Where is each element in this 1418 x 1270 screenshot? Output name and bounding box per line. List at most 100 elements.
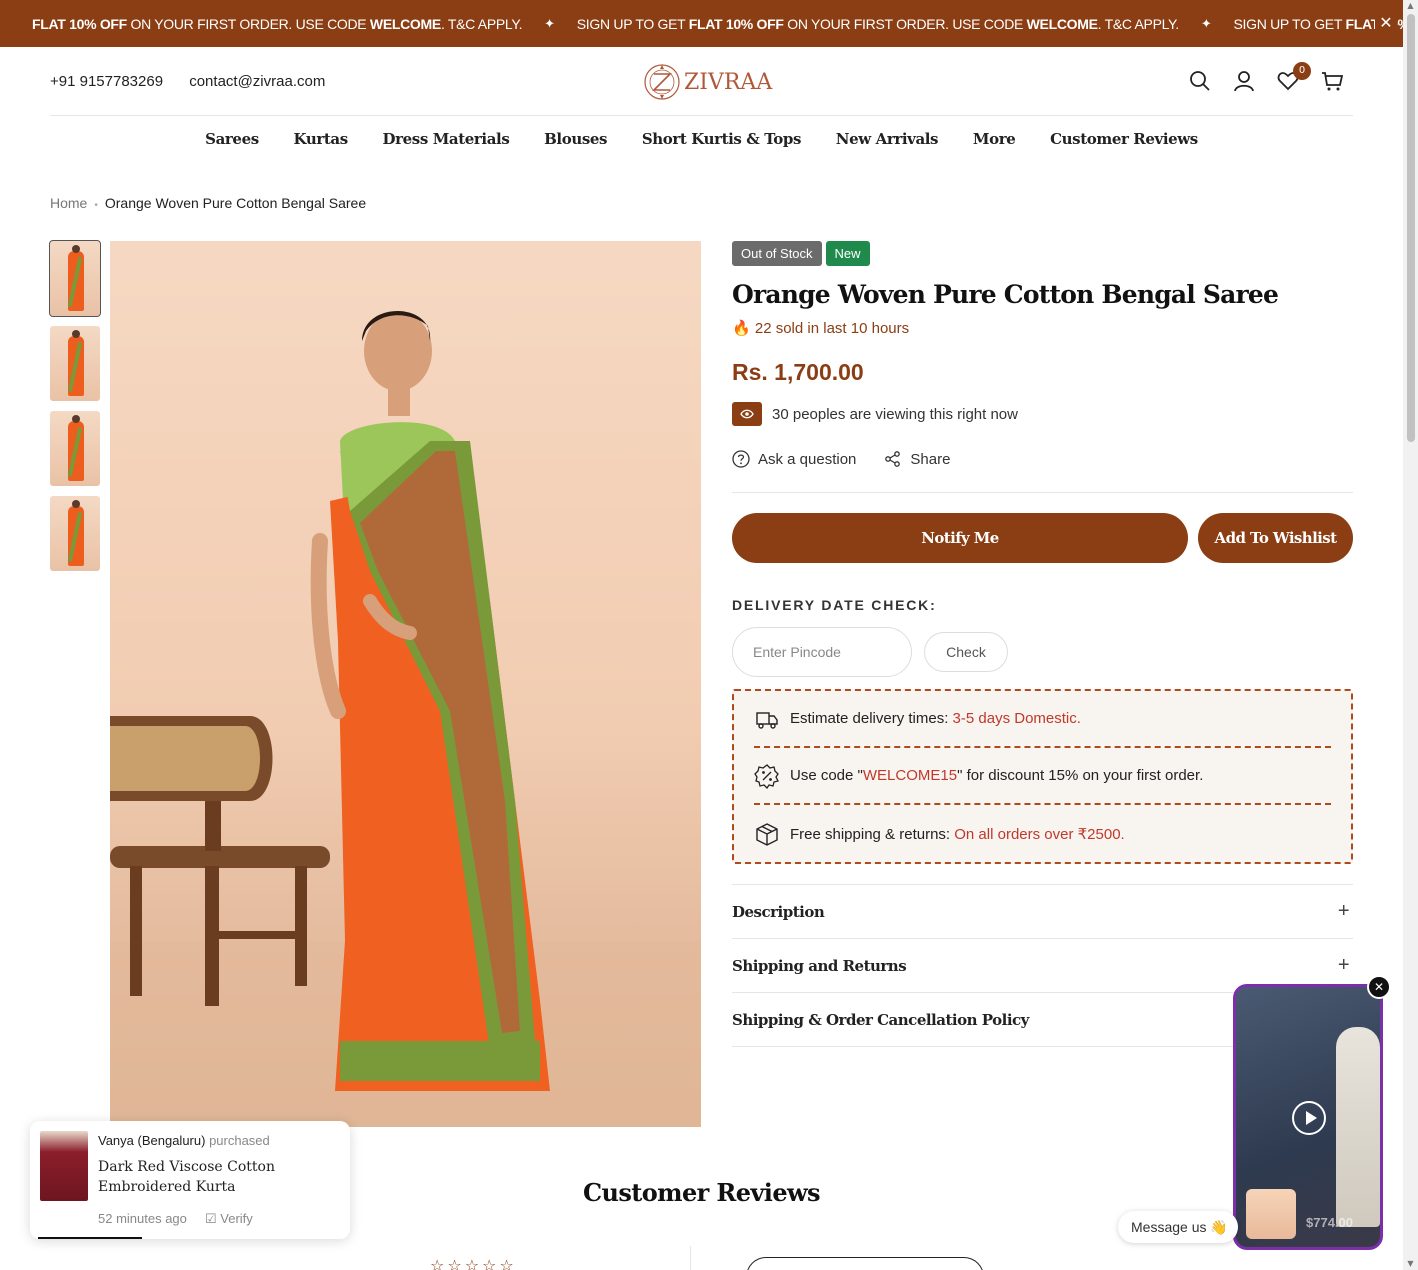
delivery-truck-icon [756,711,778,729]
account-icon[interactable] [1233,70,1255,92]
announcement-item: SIGN UP TO GET FLAT 10% OFF ON YOUR FIRS… [576,15,1179,32]
sold-count: 🔥 22 sold in last 10 hours [732,319,1353,337]
nav-item-short-kurtis-tops[interactable]: Short Kurtis & Tops [642,130,802,148]
nav-item-dress-materials[interactable]: Dress Materials [383,130,510,148]
cart-icon[interactable] [1321,70,1343,92]
product-actions: Ask a question Share [732,450,1353,493]
scroll-down-arrow-icon[interactable]: ▼ [1406,1260,1415,1268]
popup-progress-bar [38,1237,142,1239]
phone-link[interactable]: +91 9157783269 [50,73,163,90]
nav-item-customer-reviews[interactable]: Customer Reviews [1050,130,1198,148]
free-shipping-row: Free shipping & returns: On all orders o… [754,805,1331,862]
verified-check-icon: ☑ [205,1211,217,1226]
nav-item-more[interactable]: More [973,130,1016,148]
saree-model-illustration [110,311,701,1127]
ask-question-button[interactable]: Ask a question [732,450,856,468]
product-thumbnail[interactable] [50,411,100,486]
nav-item-sarees[interactable]: Sarees [205,130,259,148]
out-of-stock-badge: Out of Stock [732,241,822,266]
pincode-row: Enter Pincode Check [732,627,1353,677]
discount-code-text: Use code "WELCOME15" for discount 15% on… [790,767,1204,784]
main-nav: Sarees Kurtas Dress Materials Blouses Sh… [0,130,1403,148]
announcement-item: FLAT 10% OFF ON YOUR FIRST ORDER. USE CO… [32,15,523,32]
email-link[interactable]: contact@zivraa.com [189,73,325,90]
discount-badge-icon [754,763,779,789]
notify-me-button[interactable]: Notify Me [732,513,1188,563]
ask-question-label: Ask a question [758,450,857,468]
delivery-check-label: DELIVERY DATE CHECK: [732,597,937,613]
purchase-buttons: Notify Me Add To Wishlist [732,513,1353,563]
announcement-bar: FLAT 10% OFF ON YOUR FIRST ORDER. USE CO… [0,0,1403,47]
contact-info: +91 9157783269 contact@zivraa.com [50,73,347,90]
discount-code-row: Use code "WELCOME15" for discount 15% on… [754,748,1331,805]
product-thumbnail[interactable] [50,326,100,401]
product-info: Out of Stock New Orange Woven Pure Cotto… [732,241,1353,1047]
sparkle-icon: ✦ [1200,15,1212,31]
delivery-estimate-row: Estimate delivery times: 3-5 days Domest… [754,691,1331,748]
plus-icon: + [1337,900,1350,922]
sparkle-icon: ✦ [544,15,555,31]
nav-item-blouses[interactable]: Blouses [544,130,607,148]
recent-purchase-popup[interactable]: Vanya (Bengaluru) purchased Dark Red Vis… [30,1121,350,1239]
star-rating-icon: ☆☆☆☆☆ [430,1256,517,1270]
close-video-button[interactable]: ✕ [1367,975,1391,999]
eye-icon [732,402,762,426]
sold-text: 22 sold in last 10 hours [754,320,910,337]
share-icon [885,451,901,467]
breadcrumb-separator: • [94,200,98,211]
breadcrumb-current: Orange Woven Pure Cotton Bengal Saree [104,195,367,211]
accordion-shipping-returns-label: Shipping and Returns [732,956,907,975]
header: +91 9157783269 contact@zivraa.com ZIVRAA… [50,48,1353,116]
header-icons: 0 [1189,62,1343,92]
scroll-up-arrow-icon[interactable]: ▲ [1406,2,1415,10]
page-scrollbar[interactable]: ▲ ▼ [1403,0,1418,1270]
product-title: Orange Woven Pure Cotton Bengal Saree [732,280,1279,309]
question-icon [732,450,750,468]
plus-icon: + [1337,954,1350,976]
breadcrumb-home-link[interactable]: Home [50,195,87,211]
logo-emblem-icon [644,64,680,100]
main-product-image[interactable] [110,241,701,1127]
close-announcement-button[interactable]: ✕ [1375,12,1397,34]
delivery-estimate-text: Estimate delivery times: 3-5 days Domest… [790,710,1081,727]
play-icon[interactable] [1292,1101,1326,1135]
product-thumbnail[interactable] [49,240,101,317]
share-button[interactable]: Share [884,450,950,468]
model-figure [310,311,550,1091]
nav-item-new-arrivals[interactable]: New Arrivals [836,130,939,148]
viewing-now: 30 peoples are viewing this right now [732,402,1353,426]
delivery-info-box: Estimate delivery times: 3-5 days Domest… [732,689,1353,864]
check-pincode-button[interactable]: Check [924,632,1008,672]
product-price: Rs. 1,700.00 [732,359,864,385]
search-icon[interactable] [1189,70,1211,92]
video-product-thumbnail[interactable] [1246,1189,1296,1239]
purchaser-info: Vanya (Bengaluru) purchased [98,1133,270,1148]
scrollbar-thumb[interactable] [1407,14,1415,442]
accordion-description[interactable]: Description + [732,885,1353,939]
logo[interactable]: ZIVRAA [642,60,772,104]
accordion-cancellation-label: Shipping & Order Cancellation Policy [732,1010,1029,1029]
wishlist-button[interactable]: 0 [1277,62,1311,92]
write-review-button[interactable] [746,1257,984,1270]
new-badge: New [825,241,870,266]
purchase-time: 52 minutes ago [98,1211,187,1226]
video-product-price: $774.00 [1306,1215,1353,1230]
purchased-product-name[interactable]: Dark Red Viscose Cotton Embroidered Kurt… [98,1157,328,1197]
add-to-wishlist-button[interactable]: Add To Wishlist [1198,513,1353,563]
wishlist-count-badge: 0 [1293,62,1311,80]
pincode-input[interactable]: Enter Pincode [732,627,912,677]
verify-label: ☑ Verify [205,1211,253,1226]
viewing-text: 30 peoples are viewing this right now [772,405,1018,423]
shoppable-video-widget[interactable]: $774.00 [1233,984,1383,1250]
announcement-track: FLAT 10% OFF ON YOUR FIRST ORDER. USE CO… [32,0,1403,47]
reviews-divider [690,1246,691,1270]
product-thumbnail[interactable] [50,496,100,571]
breadcrumb: Home • Orange Woven Pure Cotton Bengal Sar… [50,195,366,211]
message-us-button[interactable]: Message us 👋 [1118,1211,1238,1243]
nav-item-kurtas[interactable]: Kurtas [294,130,349,148]
thumbnail-list [49,240,101,581]
free-shipping-text: Free shipping & returns: On all orders o… [790,825,1125,843]
share-label: Share [910,450,951,468]
accordion-description-label: Description [732,902,825,921]
video-model-figure [1336,1027,1380,1227]
